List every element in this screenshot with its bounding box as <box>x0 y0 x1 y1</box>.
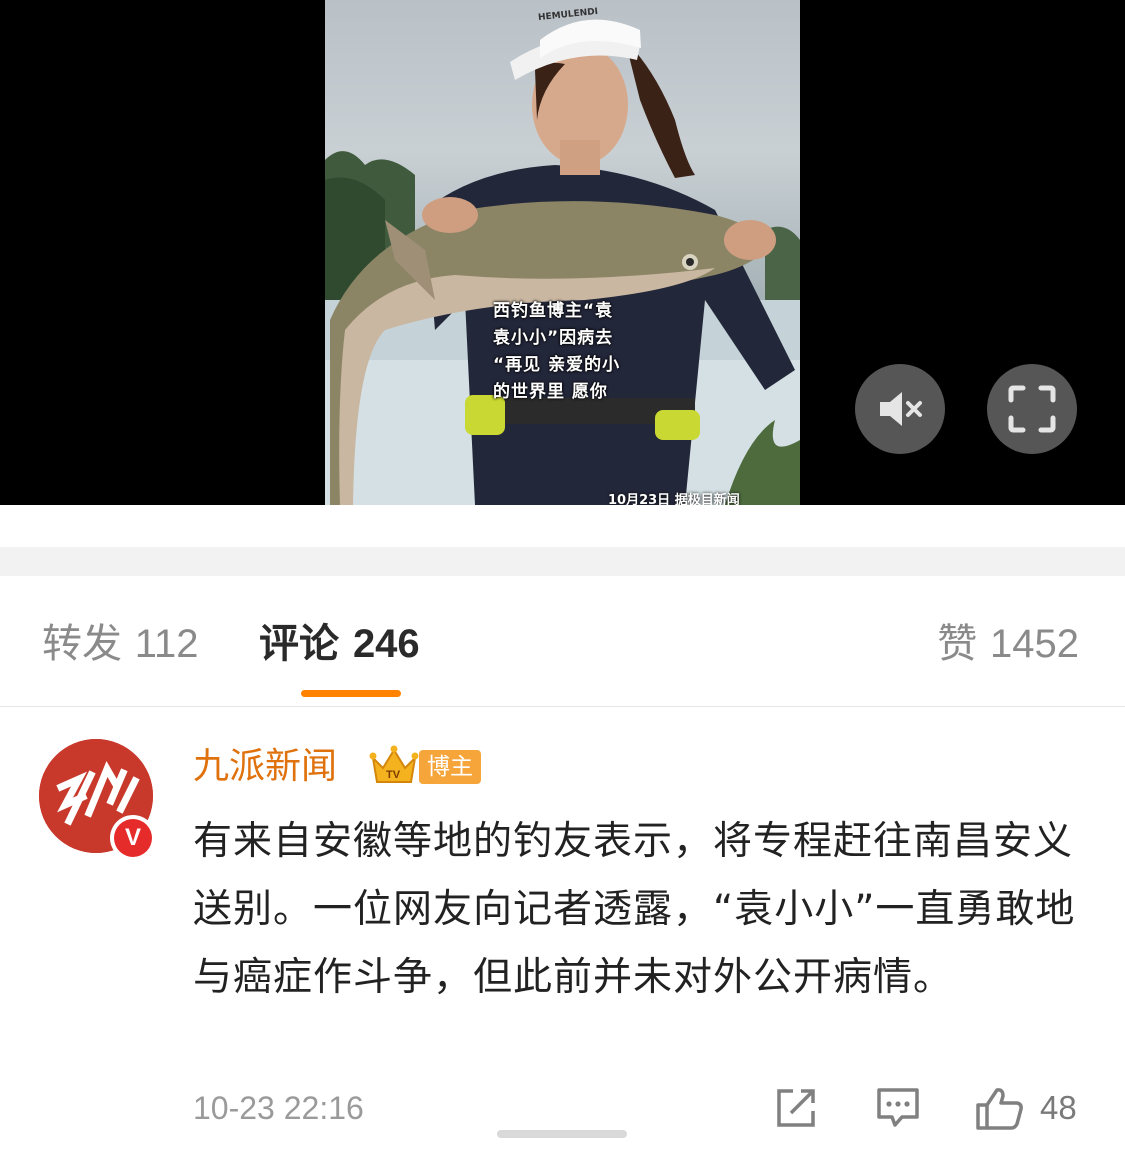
fullscreen-icon <box>1008 385 1056 433</box>
tab-comment-label: 评论 <box>259 621 339 667</box>
tab-like-label: 赞 <box>937 621 978 667</box>
tab-like[interactable]: 赞 1452 <box>937 618 1079 670</box>
video-still-image <box>325 19 800 505</box>
mute-button[interactable] <box>855 364 945 454</box>
active-tab-indicator <box>301 690 401 697</box>
comment-text: 有来自安徽等地的钓友表示，将专程赶往南昌安义送别。一位网友向记者透露，“袁小小”… <box>193 819 1076 1000</box>
comment-timestamp: 10-23 22:16 <box>193 1090 364 1126</box>
comment-bubble-icon <box>877 1088 919 1127</box>
thumbs-up-icon <box>976 1088 1023 1130</box>
video-caption-line-3: “再见 亲爱的小 <box>493 355 621 375</box>
comment-like-count: 48 <box>1040 1089 1077 1126</box>
verified-badge: V <box>110 815 156 861</box>
home-indicator[interactable] <box>497 1130 627 1138</box>
tab-repost-label: 转发 <box>42 621 122 667</box>
share-icon <box>777 1089 815 1127</box>
video-source-label: 10月23日 据极目新闻 <box>608 493 740 505</box>
video-caption-line-4: 的世界里 愿你 <box>493 382 608 402</box>
tab-repost-count: 112 <box>134 622 199 666</box>
video-caption-line-1: 西钓鱼博主“袁 <box>493 301 614 321</box>
crown-icon: TV <box>369 745 419 783</box>
reply-button[interactable] <box>876 1087 920 1133</box>
like-button[interactable] <box>975 1087 1025 1135</box>
video-player[interactable]: HEMULENDI 西钓鱼博主“袁 袁小小”因病去 “再见 亲爱的小 的世界里 … <box>0 0 1125 505</box>
blogger-badge: 博主 <box>419 750 481 784</box>
video-caption-line-2: 袁小小”因病去 <box>493 328 614 348</box>
tab-divider <box>0 706 1125 707</box>
tab-like-count: 1452 <box>990 622 1079 666</box>
fullscreen-button[interactable] <box>987 364 1077 454</box>
section-separator <box>0 547 1125 576</box>
video-frame[interactable]: HEMULENDI 西钓鱼博主“袁 袁小小”因病去 “再见 亲爱的小 的世界里 … <box>325 0 800 505</box>
share-button[interactable] <box>775 1087 817 1133</box>
comment-username[interactable]: 九派新闻 <box>193 743 337 791</box>
tab-comment-count: 246 <box>352 622 420 666</box>
speaker-muted-icon <box>880 392 922 426</box>
tab-repost[interactable]: 转发 112 <box>42 618 199 670</box>
tab-comment[interactable]: 评论 246 <box>259 618 420 670</box>
verified-v-icon: V <box>114 819 152 857</box>
crown-text: TV <box>386 769 401 781</box>
